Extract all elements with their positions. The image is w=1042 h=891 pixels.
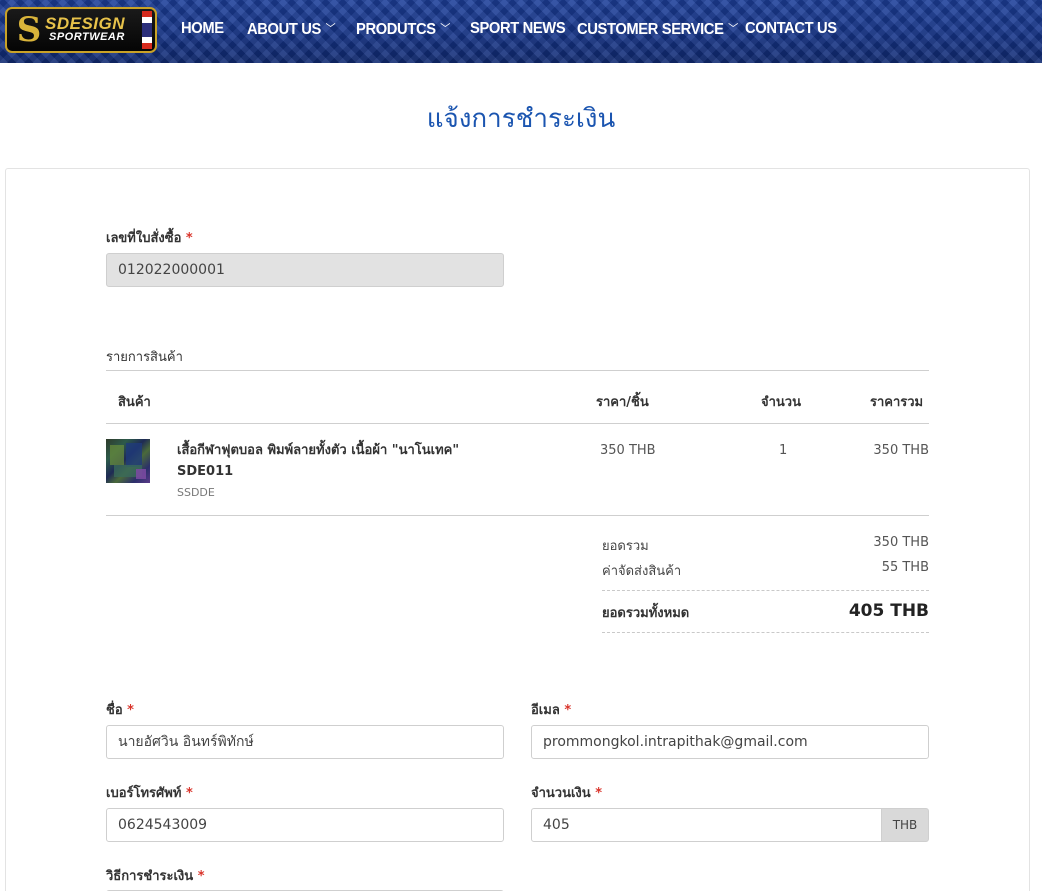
- nav-products[interactable]: PRODUTCS ﹀: [356, 20, 450, 39]
- nav-about-us[interactable]: ABOUT US ﹀: [247, 20, 336, 39]
- subtotal-label: ยอดรวม: [602, 539, 649, 554]
- summary-divider-top: [602, 590, 929, 591]
- thai-flag-icon: [142, 11, 152, 49]
- nav-customer-service[interactable]: CUSTOMER SERVICE ﹀: [577, 20, 738, 39]
- nav-sport-news[interactable]: SPORT NEWS: [470, 20, 566, 38]
- summary-divider-bottom: [602, 632, 929, 633]
- email-field[interactable]: prommongkol.intrapithak@gmail.com: [531, 725, 929, 759]
- amount-field[interactable]: 405: [531, 808, 882, 842]
- items-section-label: รายการสินค้า: [106, 350, 183, 365]
- dragon-logo-icon: S: [16, 10, 42, 50]
- payment-method-label: วิธีการชำระเงิน *: [106, 869, 205, 884]
- order-number-field[interactable]: 012022000001: [106, 253, 504, 287]
- name-label: ชื่อ *: [106, 703, 134, 718]
- col-header-product: สินค้า: [118, 395, 151, 410]
- product-unit-price: 350 THB: [600, 443, 656, 458]
- chevron-down-icon: ﹀: [440, 23, 451, 35]
- brand-logo[interactable]: S SDESIGN SPORTWEAR: [5, 7, 157, 53]
- product-total: 350 THB: [873, 443, 929, 458]
- shipping-value: 55 THB: [881, 560, 929, 575]
- name-field[interactable]: นายอัศวิน อินทร์พิทักษ์: [106, 725, 504, 759]
- product-quantity: 1: [779, 443, 788, 458]
- items-top-divider: [106, 370, 929, 371]
- chevron-down-icon: ﹀: [325, 23, 336, 35]
- shipping-label: ค่าจัดส่งสินค้า: [602, 564, 682, 579]
- phone-field[interactable]: 0624543009: [106, 808, 504, 842]
- nav-home[interactable]: HOME: [181, 20, 224, 38]
- grand-total-label: ยอดรวมทั้งหมด: [602, 606, 690, 621]
- page-title: แจ้งการชำระเงิน: [426, 104, 616, 134]
- chevron-down-icon: ﹀: [728, 23, 738, 35]
- col-header-unit-price: ราคา/ชิ้น: [596, 395, 649, 410]
- site-header: S SDESIGN SPORTWEAR HOME ABOUT US ﹀ PRODU…: [0, 0, 1042, 63]
- product-code: SSDDE: [177, 486, 215, 499]
- grand-total-value: 405 THB: [848, 601, 929, 621]
- col-header-quantity: จำนวน: [761, 395, 801, 410]
- phone-label: เบอร์โทรศัพท์ *: [106, 786, 193, 801]
- nav-contact-us[interactable]: CONTACT US: [745, 20, 837, 38]
- product-name[interactable]: เสื้อกีฬาฟุตบอล พิมพ์ลายทั้งตัว เนื้อผ้า…: [177, 440, 487, 482]
- logo-text-sub: SPORTWEAR: [49, 31, 125, 43]
- product-thumbnail[interactable]: [106, 439, 150, 483]
- col-header-total: ราคารวม: [870, 395, 924, 410]
- email-label: อีเมล *: [531, 703, 572, 718]
- amount-currency-addon: THB: [881, 808, 929, 842]
- payment-form-card: เลขที่ใบสั่งซื้อ * 012022000001 รายการสิ…: [5, 168, 1030, 891]
- order-number-label: เลขที่ใบสั่งซื้อ *: [106, 231, 193, 246]
- amount-label: จำนวนเงิน *: [531, 786, 603, 801]
- items-bottom-divider: [106, 515, 929, 516]
- subtotal-value: 350 THB: [873, 535, 929, 550]
- items-header-divider: [106, 423, 929, 424]
